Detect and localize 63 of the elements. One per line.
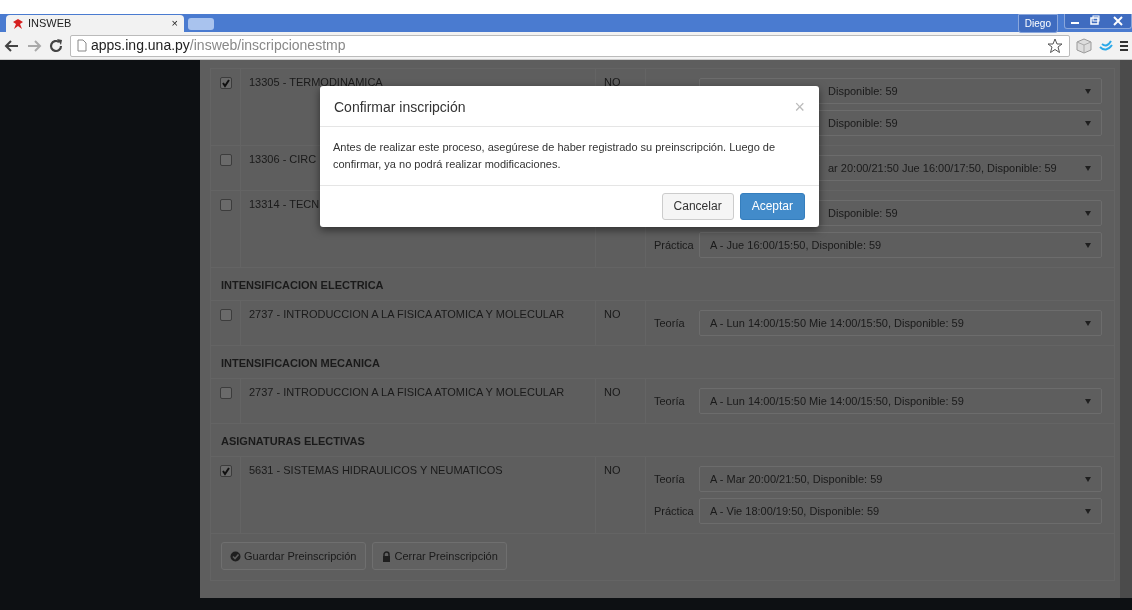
cube-icon[interactable]: [1076, 37, 1092, 54]
course-name: 13314 - TECN: [249, 198, 320, 210]
tab-close-button[interactable]: ×: [171, 15, 178, 32]
schedule-select[interactable]: A - Lun 14:00/15:50 Mie 14:00/15:50, Disponible: 59: [699, 310, 1102, 336]
cancel-button[interactable]: Cancelar: [661, 193, 734, 220]
status-text: NO: [604, 308, 621, 320]
tab-title: INSWEB: [28, 16, 73, 32]
schedule-label: Práctica: [654, 238, 695, 252]
modal-title: Confirmar inscripción: [334, 98, 466, 116]
schedule-label: Teoría: [654, 472, 686, 486]
schedule-select[interactable]: A - Jue 16:00/15:50, Disponible: 59: [699, 232, 1102, 258]
schedule-label: Teoría: [654, 394, 686, 408]
accept-button[interactable]: Aceptar: [739, 193, 805, 220]
action-button[interactable]: Cerrar Preinscripción: [371, 542, 507, 570]
caret-icon: [1085, 210, 1091, 216]
checkbox[interactable]: [220, 309, 232, 321]
checkbox[interactable]: [220, 77, 232, 89]
checkbox[interactable]: [220, 387, 232, 399]
checkbox[interactable]: [220, 199, 232, 211]
profile-button[interactable]: Diego: [1017, 14, 1058, 33]
status-text: NO: [604, 386, 621, 398]
course-name: 2737 - INTRODUCCION A LA FISICA ATOMICA Y MOLECULAR: [249, 308, 565, 320]
caret-icon: [1085, 476, 1091, 482]
forward-icon[interactable]: [26, 37, 42, 54]
status-text: NO: [604, 464, 621, 476]
back-icon[interactable]: [4, 37, 20, 54]
section-heading: INTENSIFICACION ELECTRICA: [211, 267, 1114, 300]
schedule-select[interactable]: A - Lun 14:00/15:50 Mie 14:00/15:50, Disponible: 59: [699, 388, 1102, 414]
section-heading: ASIGNATURAS ELECTIVAS: [211, 423, 1114, 456]
checkbox[interactable]: [220, 465, 232, 477]
course-name: 2737 - INTRODUCCION A LA FISICA ATOMICA Y MOLECULAR: [249, 386, 565, 398]
caret-icon: [1085, 242, 1091, 248]
reload-icon[interactable]: [48, 37, 64, 54]
caret-icon: [1085, 508, 1091, 514]
logo-icon: [12, 17, 24, 30]
course-name: 13306 - CIRC: [249, 153, 317, 165]
caret-icon: [1085, 88, 1091, 94]
caret-icon: [1085, 120, 1091, 126]
schedule-select[interactable]: A - Vie 18:00/19:50, Disponible: 59: [699, 498, 1102, 524]
course-name: 13305 - TERMODINAMICA: [249, 76, 383, 88]
address-bar[interactable]: apps.ing.una.py/insweb/inscripcionestmp: [70, 34, 1070, 57]
caret-icon: [1085, 165, 1091, 171]
caret-icon: [1085, 320, 1091, 326]
modal-message: Antes de realizar este proceso, asegúrese de haber registrado su preinscripción. Luego de confirmar, ya no podrá realizar modificaciones.: [320, 127, 819, 186]
browser-tab[interactable]: INSWEB ×: [6, 15, 184, 32]
scrollbar[interactable]: [1120, 60, 1132, 598]
lock-icon: [380, 550, 392, 562]
menu-icon[interactable]: [1120, 38, 1128, 53]
schedule-label: Teoría: [654, 316, 686, 330]
check-icon: [221, 466, 231, 476]
checkbox[interactable]: [220, 154, 232, 166]
url-text: apps.ing.una.py/insweb/inscripcionestmp: [91, 36, 346, 55]
schedule-label: Práctica: [654, 504, 695, 518]
page-icon: [77, 39, 87, 52]
star-icon[interactable]: [1047, 37, 1063, 54]
status-text: NO: [604, 76, 621, 88]
check-icon: [221, 78, 231, 88]
action-button[interactable]: Guardar Preinscripción: [221, 542, 366, 570]
section-heading: INTENSIFICACION MECANICA: [211, 345, 1114, 378]
check-circle-icon: [230, 550, 241, 562]
course-name: 5631 - SISTEMAS HIDRAULICOS Y NEUMATICOS: [249, 464, 503, 476]
schedule-select[interactable]: A - Mar 20:00/21:50, Disponible: 59: [699, 466, 1102, 492]
caret-icon: [1085, 398, 1091, 404]
